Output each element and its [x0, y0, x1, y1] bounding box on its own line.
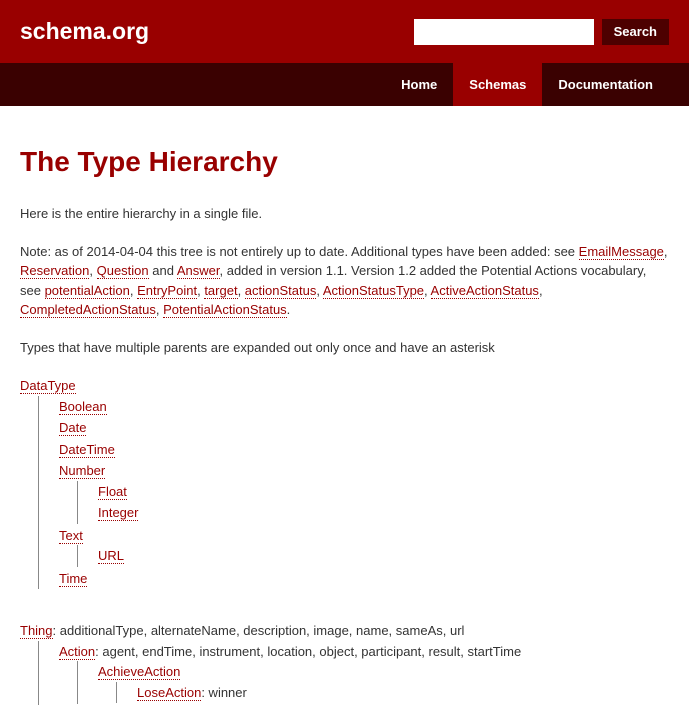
link-actionstatus[interactable]: actionStatus: [245, 283, 317, 299]
type-action[interactable]: Action: [59, 644, 95, 660]
type-boolean[interactable]: Boolean: [59, 399, 107, 415]
link-potentialaction[interactable]: potentialAction: [45, 283, 130, 299]
link-completedactionstatus[interactable]: CompletedActionStatus: [20, 302, 156, 318]
site-header: schema.org Search: [0, 0, 689, 63]
link-activeactionstatus[interactable]: ActiveActionStatus: [431, 283, 539, 299]
page-title: The Type Hierarchy: [20, 146, 669, 178]
type-achieveaction[interactable]: AchieveAction: [98, 664, 180, 680]
main-nav: Home Schemas Documentation: [0, 63, 689, 106]
datatype-tree: DataType Boolean Date DateTime Number Fl…: [20, 375, 669, 590]
type-thing[interactable]: Thing: [20, 623, 53, 639]
link-answer[interactable]: Answer: [177, 263, 220, 279]
type-text[interactable]: Text: [59, 528, 83, 544]
link-reservation[interactable]: Reservation: [20, 263, 89, 279]
version-note: Note: as of 2014-04-04 this tree is not …: [20, 242, 669, 320]
type-float[interactable]: Float: [98, 484, 127, 500]
asterisk-note: Types that have multiple parents are exp…: [20, 338, 669, 358]
type-integer[interactable]: Integer: [98, 505, 138, 521]
loseaction-props: : winner: [201, 685, 247, 700]
link-question[interactable]: Question: [97, 263, 149, 279]
type-url[interactable]: URL: [98, 548, 124, 564]
link-emailmessage[interactable]: EmailMessage: [579, 244, 664, 260]
search-input[interactable]: [414, 19, 594, 45]
search-area: Search: [414, 19, 669, 45]
main-content: The Type Hierarchy Here is the entire hi…: [0, 106, 689, 726]
search-button[interactable]: Search: [602, 19, 669, 45]
type-loseaction[interactable]: LoseAction: [137, 685, 201, 701]
link-potentialactionstatus[interactable]: PotentialActionStatus: [163, 302, 287, 318]
action-props: : agent, endTime, instrument, location, …: [95, 644, 521, 659]
intro-text: Here is the entire hierarchy in a single…: [20, 204, 669, 224]
type-date[interactable]: Date: [59, 420, 86, 436]
nav-schemas[interactable]: Schemas: [453, 63, 542, 106]
link-actionstatustype[interactable]: ActionStatusType: [323, 283, 424, 299]
thing-props: : additionalType, alternateName, descrip…: [53, 623, 465, 638]
nav-documentation[interactable]: Documentation: [542, 63, 669, 106]
type-time[interactable]: Time: [59, 571, 87, 587]
nav-home[interactable]: Home: [385, 63, 453, 106]
type-datetime[interactable]: DateTime: [59, 442, 115, 458]
type-datatype[interactable]: DataType: [20, 378, 76, 394]
link-target[interactable]: target: [204, 283, 237, 299]
site-logo[interactable]: schema.org: [20, 18, 149, 45]
type-number[interactable]: Number: [59, 463, 105, 479]
link-entrypoint[interactable]: EntryPoint: [137, 283, 197, 299]
thing-tree: Thing: additionalType, alternateName, de…: [20, 620, 669, 706]
